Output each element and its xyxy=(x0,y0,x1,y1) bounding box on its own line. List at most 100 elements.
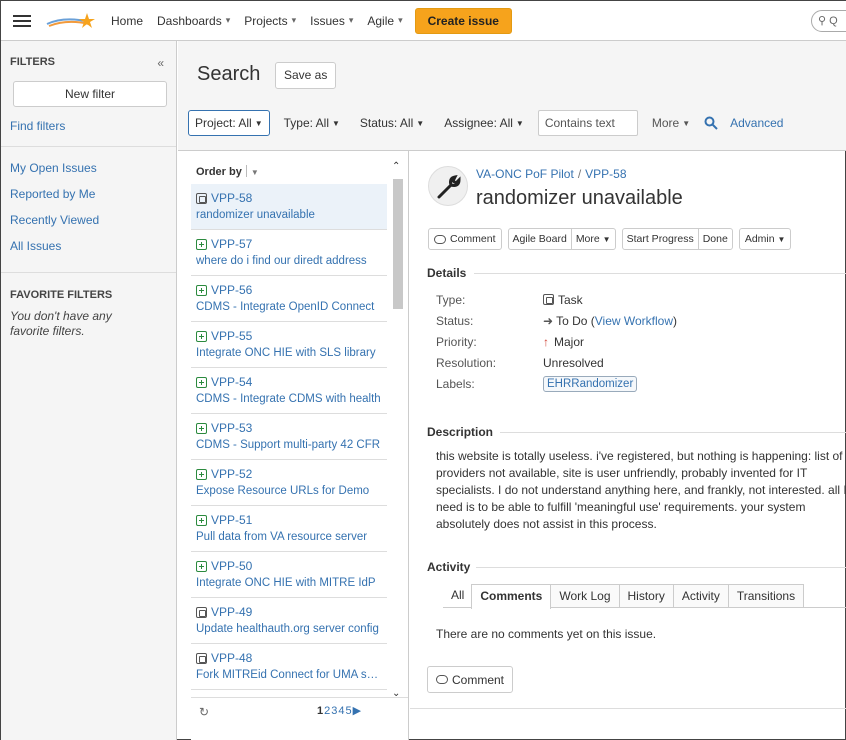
issue-key-text[interactable]: VPP-55 xyxy=(211,329,252,343)
issue-key-text[interactable]: VPP-56 xyxy=(211,283,252,297)
label-chip[interactable]: EHRRandomizer xyxy=(543,375,638,392)
logo-icon[interactable] xyxy=(45,10,97,32)
nav-item-projects[interactable]: Projects ▾ xyxy=(244,14,296,28)
issue-key-text[interactable]: VPP-50 xyxy=(211,559,252,573)
type-value: Task xyxy=(558,292,583,307)
issue-list-item[interactable]: VPP-56 CDMS - Integrate OpenID Connect xyxy=(191,276,387,322)
scrollbar-thumb[interactable] xyxy=(393,179,403,309)
priority-major-icon: ↑ xyxy=(543,334,549,349)
next-page-icon[interactable]: ▶ xyxy=(353,705,361,717)
issue-list-item[interactable]: VPP-52 Expose Resource URLs for Demo xyxy=(191,460,387,506)
issue-list-item[interactable]: VPP-49 Update healthauth.org server confi… xyxy=(191,598,387,644)
issue-list-item[interactable]: VPP-58 randomizer unavailable xyxy=(191,184,387,230)
nav-item-issues[interactable]: Issues ▾ xyxy=(310,14,353,28)
description-heading: Description xyxy=(427,425,494,439)
field-label: Priority: xyxy=(436,334,477,349)
filter-dropdown[interactable]: Assignee: All ▼ xyxy=(438,110,530,136)
tab-all[interactable]: All xyxy=(443,584,472,607)
create-issue-button[interactable]: Create issue xyxy=(414,7,512,34)
caret-down-icon: ▾ xyxy=(225,15,231,25)
issue-key-link[interactable]: VPP-58 xyxy=(585,167,626,181)
sidebar-link[interactable]: My Open Issues xyxy=(1,155,176,181)
done-button[interactable]: Done xyxy=(697,229,732,249)
save-as-button[interactable]: Save as xyxy=(275,62,337,89)
issue-key-text[interactable]: VPP-49 xyxy=(211,605,252,619)
sidebar-link[interactable]: Reported by Me xyxy=(1,181,176,207)
issue-summary[interactable]: Pull data from VA resource server xyxy=(196,531,382,543)
issue-key-text[interactable]: VPP-57 xyxy=(211,237,252,251)
caret-down-icon[interactable]: ▼ xyxy=(251,168,259,177)
issue-summary[interactable]: CDMS - Support multi-party 42 CFR xyxy=(196,439,382,451)
issue-summary[interactable]: Update healthauth.org server config xyxy=(196,623,382,635)
tab-activity[interactable]: Activity xyxy=(672,584,729,607)
issue-title: randomizer unavailable xyxy=(476,187,683,209)
quick-search-input[interactable]: ⚲ Q xyxy=(811,10,846,32)
issue-list-item[interactable]: VPP-54 CDMS - Integrate CDMS with health xyxy=(191,368,387,414)
issue-summary[interactable]: CDMS - Integrate CDMS with health xyxy=(196,393,382,405)
nav-item-dashboards[interactable]: Dashboards ▾ xyxy=(157,14,230,28)
admin-button[interactable]: Admin ▼ xyxy=(738,228,792,250)
contains-text-input[interactable]: Contains text xyxy=(537,110,638,136)
nav-item-label: Agile xyxy=(367,13,395,28)
issue-description: this website is totally useless. i've re… xyxy=(436,449,846,531)
issue-key-text[interactable]: VPP-53 xyxy=(211,421,252,435)
tab-work-log[interactable]: Work Log xyxy=(550,584,620,607)
page-number[interactable]: 4 xyxy=(338,705,344,717)
issue-summary[interactable]: Integrate ONC HIE with SLS library xyxy=(196,347,382,359)
collapse-sidebar-icon[interactable]: « xyxy=(157,56,164,70)
pagination: ↻ 12345▶ xyxy=(191,697,408,740)
page-number[interactable]: 1 xyxy=(317,705,323,717)
issue-key-text[interactable]: VPP-51 xyxy=(211,513,252,527)
refresh-icon[interactable]: ↻ xyxy=(199,705,209,719)
issue-key-text[interactable]: VPP-58 xyxy=(211,191,252,205)
filter-dropdown[interactable]: Status: All ▼ xyxy=(354,110,430,136)
page-number[interactable]: 5 xyxy=(346,705,352,717)
issue-summary[interactable]: Expose Resource URLs for Demo xyxy=(196,485,382,497)
new-feature-icon xyxy=(196,468,207,480)
issue-summary[interactable]: randomizer unavailable xyxy=(196,209,382,221)
issue-summary[interactable]: where do i find our diredt address xyxy=(196,255,382,267)
issue-summary[interactable]: CDMS - Integrate OpenID Connect xyxy=(196,301,382,313)
nav-item-label: Issues xyxy=(310,13,345,28)
nav-item-agile[interactable]: Agile ▾ xyxy=(367,14,402,28)
agile-board-button[interactable]: Agile Board xyxy=(509,229,571,249)
start-progress-button[interactable]: Start Progress xyxy=(623,229,698,249)
more-button[interactable]: More ▼ xyxy=(570,229,615,249)
issue-list-item[interactable]: VPP-51 Pull data from VA resource server xyxy=(191,506,387,552)
project-link[interactable]: VA-ONC PoF Pilot xyxy=(476,167,574,181)
nav-item-home[interactable]: Home xyxy=(111,14,143,28)
tab-transitions[interactable]: Transitions xyxy=(727,584,805,607)
filter-dropdown[interactable]: Project: All ▼ xyxy=(188,110,270,136)
comment-button[interactable]: Comment xyxy=(428,228,502,250)
section-divider xyxy=(410,708,846,709)
new-filter-button[interactable]: New filter xyxy=(13,81,167,107)
find-filters-link[interactable]: Find filters xyxy=(1,119,176,133)
issue-list-item[interactable]: VPP-50 Integrate ONC HIE with MITRE IdP xyxy=(191,552,387,598)
issue-list-item[interactable]: VPP-48 Fork MITREid Connect for UMA suppo… xyxy=(191,644,387,690)
issue-key-text[interactable]: VPP-48 xyxy=(211,651,252,665)
issue-key-text[interactable]: VPP-54 xyxy=(211,375,252,389)
issue-summary[interactable]: Fork MITREid Connect for UMA support xyxy=(196,669,382,681)
issue-key-text[interactable]: VPP-52 xyxy=(211,467,252,481)
filter-dropdown[interactable]: Type: All ▼ xyxy=(278,110,346,136)
filter-bar: Project: All ▼ Type: All ▼ Status: All ▼ Assig… xyxy=(188,110,783,136)
page-number[interactable]: 3 xyxy=(331,705,337,717)
scroll-up-icon[interactable]: ⌃ xyxy=(392,161,400,172)
tab-history[interactable]: History xyxy=(618,584,674,607)
tab-comments[interactable]: Comments xyxy=(471,584,552,609)
search-icon[interactable] xyxy=(704,116,718,130)
list-scrollbar[interactable]: ⌃ ⌄ xyxy=(389,161,405,701)
issue-summary[interactable]: Integrate ONC HIE with MITRE IdP xyxy=(196,577,382,589)
issue-list-item[interactable]: VPP-57 where do i find our diredt address xyxy=(191,230,387,276)
advanced-search-link[interactable]: Advanced xyxy=(730,116,783,130)
sidebar-link[interactable]: Recently Viewed xyxy=(1,207,176,233)
issue-list-item[interactable]: VPP-55 Integrate ONC HIE with SLS library xyxy=(191,322,387,368)
more-criteria-button[interactable]: More ▼ xyxy=(652,116,690,130)
sidebar-link[interactable]: All Issues xyxy=(1,233,176,259)
issue-list-item[interactable]: VPP-53 CDMS - Support multi-party 42 CFR xyxy=(191,414,387,460)
page-number[interactable]: 2 xyxy=(324,705,330,717)
add-comment-button[interactable]: Comment xyxy=(427,666,514,693)
view-workflow-link[interactable]: View Workflow xyxy=(595,314,673,328)
menu-icon[interactable] xyxy=(13,14,31,27)
order-by-control[interactable]: Order by ▼ xyxy=(196,165,259,178)
